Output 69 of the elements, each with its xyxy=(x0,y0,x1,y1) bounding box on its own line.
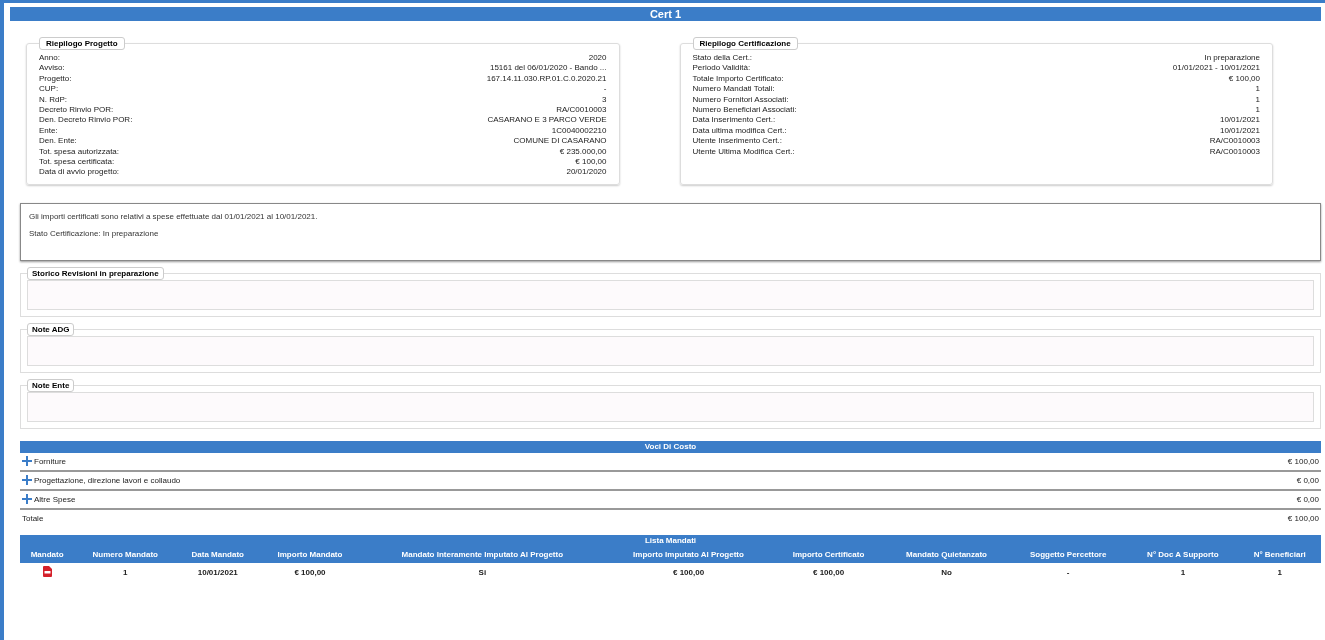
field-value: - xyxy=(603,84,607,95)
cost-amount: € 100,00 xyxy=(1287,456,1319,466)
field-value: 1 xyxy=(1255,84,1260,95)
field-label: Tot. spesa autorizzata: xyxy=(39,146,120,158)
field-value: 1 xyxy=(1255,94,1260,106)
plus-icon[interactable] xyxy=(22,494,32,505)
field-value: 10/01/2021 xyxy=(1219,115,1260,126)
cost-label: Altre Spese xyxy=(34,494,76,504)
field-label: Decreto Rinvio POR: xyxy=(39,105,114,116)
field-label: Anno: xyxy=(39,53,60,64)
field-label: Numero Fornitori Associati: xyxy=(692,94,789,106)
cost-label: Totale xyxy=(22,513,44,523)
plus-icon[interactable] xyxy=(22,456,32,467)
field-value: € 100,00 xyxy=(575,157,607,168)
field-label: CUP: xyxy=(39,84,59,95)
note-field[interactable] xyxy=(27,391,1314,422)
field-value: € 235.000,00 xyxy=(559,146,607,158)
field-label: Totale Importo Certificato: xyxy=(692,73,784,85)
field-label: Data Inserimento Cert.: xyxy=(692,115,776,126)
note-legend: Note ADG xyxy=(27,322,75,336)
info-text: Stato Certificazione: In preparazione xyxy=(29,228,160,238)
field-label: Ente: xyxy=(39,125,58,137)
note-field[interactable] xyxy=(27,335,1314,366)
field-value: RA/C0010003 xyxy=(556,105,607,116)
field-label: Den. Ente: xyxy=(39,136,77,147)
field-label: Utente Inserimento Cert.: xyxy=(692,136,782,147)
field-value: 3 xyxy=(602,94,607,106)
field-label: N. RdP: xyxy=(39,94,67,106)
field-label: Numero Beneficiari Associati: xyxy=(692,105,797,116)
field-value: RA/C0010003 xyxy=(1209,136,1260,147)
field-label: Stato della Cert.: xyxy=(692,53,753,64)
field-value: In preparazione xyxy=(1204,53,1260,64)
cost-label: Progettazione, direzione lavori e collaudo xyxy=(34,475,181,485)
field-label: Tot. spesa certificata: xyxy=(39,157,115,168)
note-legend: Note Ente xyxy=(27,378,75,392)
plus-icon[interactable] xyxy=(22,475,32,486)
field-value: 20/01/2020 xyxy=(566,167,607,178)
field-label: Numero Mandati Totali: xyxy=(692,84,775,95)
field-value: RA/C0010003 xyxy=(1209,146,1260,158)
cost-amount: € 0,00 xyxy=(1296,494,1319,504)
page-title: Cert 1 xyxy=(10,7,1321,21)
field-label: Den. Decreto Rinvio POR: xyxy=(39,115,133,126)
info-text: Gli importi certificati sono relativi a spese effettuate dal 01/01/2021 al 10/01/2021. xyxy=(29,211,319,221)
field-value: 15161 del 06/01/2020 - Bando ... xyxy=(489,63,607,74)
field-label: Data ultima modifica Cert.: xyxy=(692,125,787,137)
field-value: 10/01/2021 xyxy=(1219,125,1260,137)
note-legend: Storico Revisioni in preparazione xyxy=(27,266,164,280)
note-field[interactable] xyxy=(27,279,1314,310)
field-value: € 100,00 xyxy=(1228,73,1260,85)
field-label: Utente Ultima Modifica Cert.: xyxy=(692,146,795,158)
field-label: Avviso: xyxy=(39,63,65,74)
field-value: 1C0040002210 xyxy=(551,125,607,137)
section-header: Voci Di Costo xyxy=(20,440,1321,453)
panel-legend: Riepilogo Certificazione xyxy=(692,37,798,50)
field-label: Periodo Validità: xyxy=(692,63,751,74)
cost-amount: € 100,00 xyxy=(1287,513,1319,523)
cost-label: Forniture xyxy=(34,456,66,466)
section-header: Lista Mandati xyxy=(20,534,1321,547)
field-value: 2020 xyxy=(588,53,607,64)
pdf-icon[interactable] xyxy=(42,566,52,578)
field-value: 1 xyxy=(1255,105,1260,116)
field-value: CASARANO E 3 PARCO VERDE xyxy=(487,115,607,126)
field-value: 167.14.11.030.RP.01.C.0.2020.21 xyxy=(486,73,607,85)
panel-legend: Riepilogo Progetto xyxy=(39,37,125,50)
field-value: 01/01/2021 - 10/01/2021 xyxy=(1172,63,1260,74)
field-label: Data di avvio progetto: xyxy=(39,167,120,178)
field-value: COMUNE DI CASARANO xyxy=(513,136,607,147)
field-label: Progetto: xyxy=(39,73,72,85)
cost-amount: € 0,00 xyxy=(1296,475,1319,485)
